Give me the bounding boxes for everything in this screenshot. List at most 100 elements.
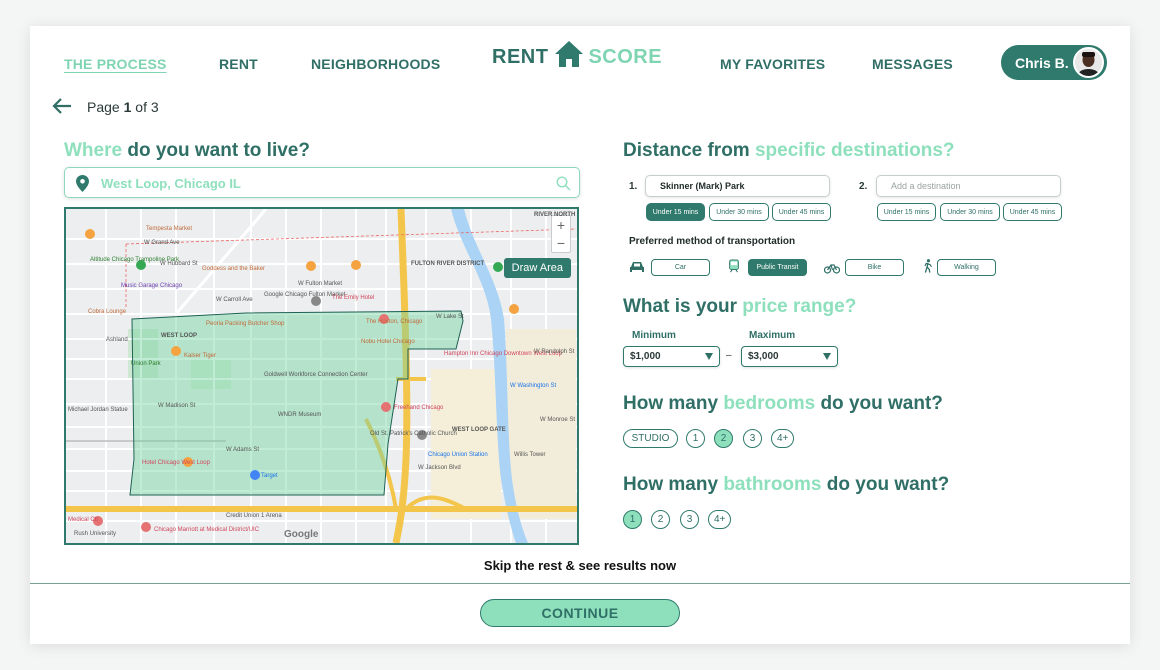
user-menu-button[interactable]: Chris B. — [1001, 45, 1107, 80]
map-label: W Randolph St — [534, 349, 575, 355]
nav-neighborhoods[interactable]: NEIGHBORHOODS — [311, 56, 440, 72]
user-name: Chris B. — [1015, 54, 1069, 71]
map-label: Old St. Patrick's Catholic Church — [370, 431, 457, 437]
distance-heading-accent: specific destinations? — [754, 140, 955, 161]
bathroom-option-3[interactable]: 3 — [680, 510, 699, 529]
map-label: Kaiser Tiger — [184, 353, 217, 359]
map-label: Chicago Union Station — [428, 452, 488, 458]
distance-heading-rest: Distance from — [623, 140, 750, 161]
bedroom-option-4plus[interactable]: 4+ — [771, 429, 795, 448]
zoom-in-button[interactable]: + — [552, 216, 570, 234]
destination-2-number: 2. — [859, 181, 868, 192]
nav-my-favorites[interactable]: MY FAVORITES — [720, 56, 825, 72]
price-max-select[interactable]: $3,000 — [741, 346, 838, 367]
draw-area-button[interactable]: Draw Area — [503, 258, 571, 278]
map-label: Peoria Packing Butcher Shop — [206, 321, 285, 327]
bathroom-option-2[interactable]: 2 — [651, 510, 670, 529]
transport-bike-button[interactable]: Bike — [845, 259, 904, 276]
destination-1-input[interactable] — [645, 175, 830, 197]
map-label: W Madison St — [158, 403, 196, 409]
transport-preference-label: Preferred method of transportation — [629, 236, 796, 247]
map-label: Willis Tower — [514, 452, 546, 458]
dest2-under-15-button[interactable]: Under 15 mins — [877, 203, 936, 221]
where-heading: Where do you want to live? — [64, 140, 310, 162]
map-pin-icon — [76, 175, 89, 192]
nav-rent[interactable]: RENT — [219, 56, 258, 72]
avatar — [1073, 47, 1104, 78]
dest2-under-45-button[interactable]: Under 45 mins — [1003, 203, 1062, 221]
map-label: W Washington St — [510, 383, 557, 389]
dest1-under-45-button[interactable]: Under 45 mins — [772, 203, 831, 221]
map-label: Nobu Hotel Chicago — [361, 339, 415, 345]
map-label: W Grand Ave — [144, 240, 180, 246]
price-max-value: $3,000 — [748, 351, 779, 362]
transport-walking-button[interactable]: Walking — [937, 259, 996, 276]
zoom-out-button[interactable]: − — [552, 234, 570, 252]
map-label: Target — [261, 473, 278, 479]
map-label: Goldwell Workforce Connection Center — [264, 372, 368, 378]
location-search-input[interactable] — [101, 172, 541, 194]
map-label: Hotel Chicago West Loop — [142, 460, 210, 466]
map-label: FULTON RIVER DISTRICT — [411, 261, 485, 267]
map-label: W Fulton Market — [298, 281, 343, 287]
map-label: W Adams St — [226, 447, 260, 453]
skip-to-results-link[interactable]: Skip the rest & see results now — [30, 558, 1130, 573]
map-label: Chicago Marriott at Medical District/UIC — [154, 527, 260, 533]
bathroom-option-4plus[interactable]: 4+ — [708, 510, 732, 529]
bedrooms-heading-pre: How many — [623, 393, 719, 414]
map-label: W Monroe St — [540, 417, 576, 423]
bedroom-option-2[interactable]: 2 — [714, 429, 733, 448]
price-heading: What is your price range? — [623, 296, 856, 318]
map[interactable]: + − Draw Area Tempesta Market Altitude C… — [64, 207, 579, 545]
bathrooms-heading-accent: bathrooms — [723, 474, 822, 495]
map-label: The Hoxton, Chicago — [366, 319, 423, 325]
location-search — [64, 167, 580, 198]
destination-1-number: 1. — [629, 181, 638, 192]
dest1-under-15-button[interactable]: Under 15 mins — [646, 203, 705, 221]
map-label: Rush University — [74, 531, 117, 537]
destination-2-input[interactable] — [876, 175, 1061, 197]
logo[interactable]: RENT SCORE — [492, 40, 662, 74]
map-label: WEST LOOP — [161, 333, 197, 339]
bathrooms-heading: How many bathrooms do you want? — [623, 474, 949, 496]
bedroom-option-studio[interactable]: STUDIO — [623, 429, 678, 448]
walking-icon — [924, 259, 932, 273]
back-arrow-icon[interactable] — [52, 97, 72, 115]
google-watermark: Google — [284, 529, 319, 540]
map-label: Goddess and the Baker — [202, 266, 266, 272]
map-label: Medical Ctr — [68, 517, 99, 523]
dest1-under-30-button[interactable]: Under 30 mins — [709, 203, 769, 221]
bedrooms-heading-accent: bedrooms — [723, 393, 816, 414]
price-heading-rest: What is your — [623, 296, 738, 317]
nav-the-process[interactable]: THE PROCESS — [64, 56, 167, 72]
divider — [30, 583, 1130, 584]
map-label: W Hubbard St — [160, 261, 198, 267]
continue-button[interactable]: CONTINUE — [480, 599, 680, 627]
bathroom-option-1[interactable]: 1 — [623, 510, 642, 529]
price-heading-accent: price range? — [742, 296, 857, 317]
bedroom-option-3[interactable]: 3 — [743, 429, 762, 448]
nav-messages[interactable]: MESSAGES — [872, 56, 953, 72]
map-label: RIVER NORTH — [534, 212, 576, 218]
bedroom-option-1[interactable]: 1 — [686, 429, 705, 448]
search-icon[interactable] — [556, 176, 571, 191]
where-heading-rest: do you want to live? — [127, 140, 310, 161]
map-label: W Jackson Blvd — [418, 465, 461, 471]
map-label: Music Garage Chicago — [121, 283, 183, 289]
transport-car-button[interactable]: Car — [651, 259, 710, 276]
map-label: Ashland — [106, 337, 128, 343]
map-zoom-control[interactable]: + − — [551, 215, 571, 253]
chevron-down-icon — [705, 353, 713, 360]
page-current: 1 — [123, 99, 132, 115]
page-prefix: Page — [87, 99, 120, 115]
map-label: Credit Union 1 Arena — [226, 513, 282, 519]
map-label: Union Park — [131, 361, 161, 367]
transport-public-transit-button[interactable]: Public Transit — [748, 259, 807, 276]
chevron-down-icon — [823, 353, 831, 360]
price-min-select[interactable]: $1,000 — [623, 346, 720, 367]
car-icon — [630, 262, 644, 272]
logo-rent-text: RENT — [492, 45, 549, 68]
house-icon — [555, 41, 584, 67]
bedrooms-heading: How many bedrooms do you want? — [623, 393, 943, 415]
dest2-under-30-button[interactable]: Under 30 mins — [940, 203, 1000, 221]
